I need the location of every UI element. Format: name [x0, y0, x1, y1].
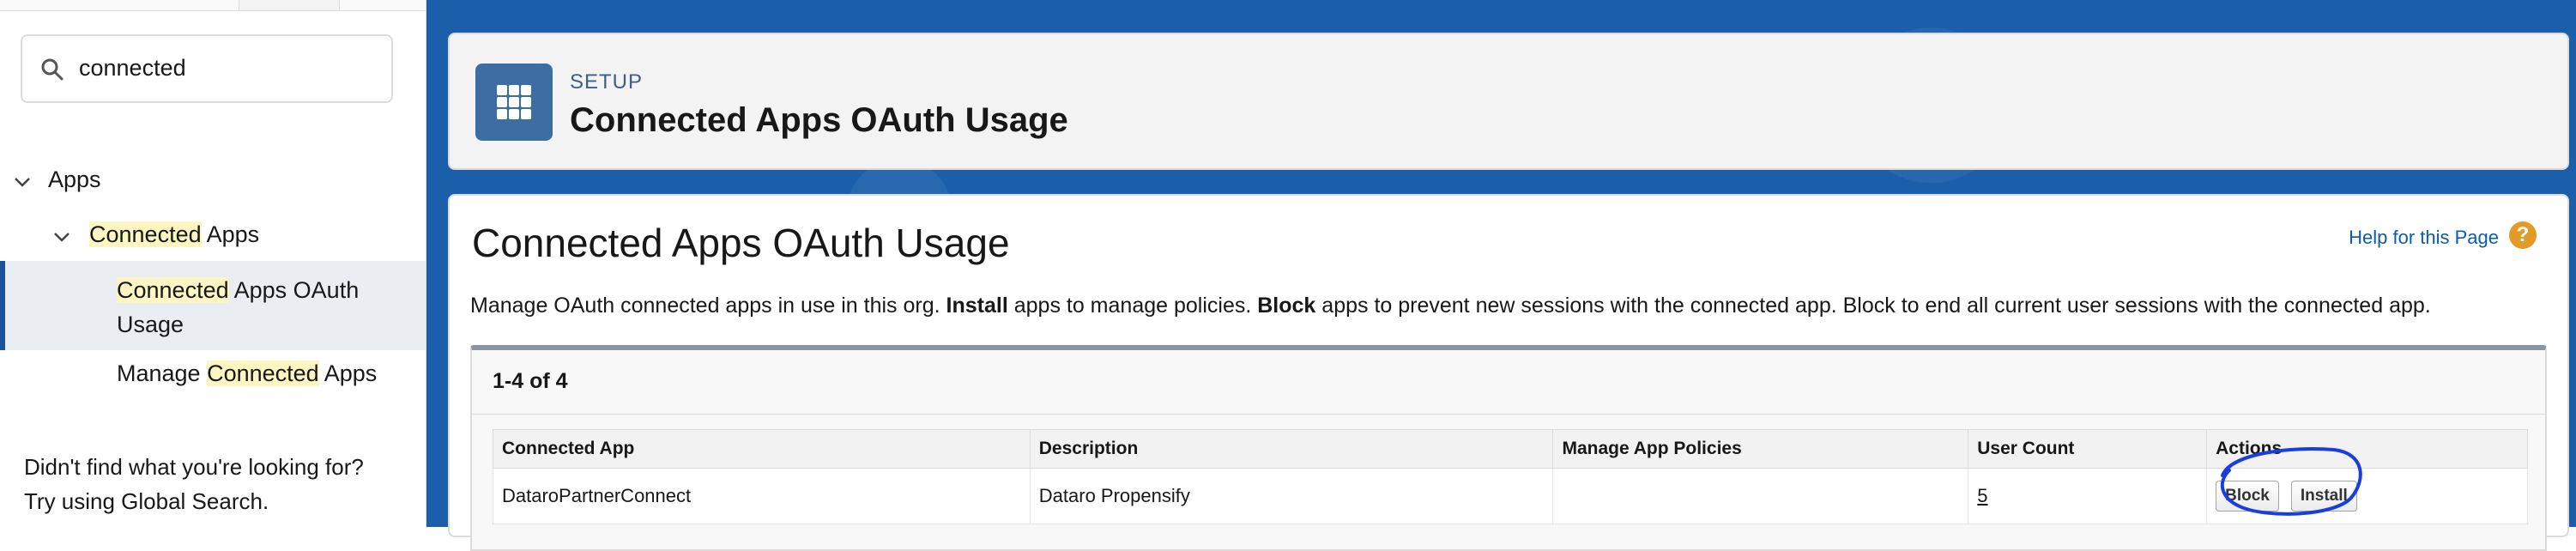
search-input[interactable]: connected — [79, 55, 186, 82]
search-highlight: Connected — [117, 277, 229, 303]
search-highlight: Connected — [207, 360, 319, 386]
column-header[interactable]: Connected App — [493, 429, 1031, 469]
tree-item-label-rest: Apps OAuth — [228, 277, 360, 303]
table-row: DataroPartnerConnect Dataro Propensify 5… — [493, 468, 2528, 524]
page-header: SETUP Connected Apps OAuth Usage — [448, 33, 2569, 170]
divider — [472, 414, 2545, 415]
install-button[interactable]: Install — [2290, 481, 2357, 512]
content-card: Connected Apps OAuth Usage Help for this… — [448, 194, 2569, 551]
label-post: Apps — [318, 360, 378, 386]
chevron-down-icon[interactable] — [12, 172, 33, 192]
column-header: Actions — [2206, 429, 2528, 469]
tree-item-label: Manage Connected Apps — [117, 360, 377, 387]
tree-item-label: Apps — [48, 167, 101, 192]
global-search-hint: Try using Global Search. — [24, 488, 269, 514]
tree-item-label: Connected Apps — [89, 221, 259, 248]
tree-item-connected-apps-oauth-usage[interactable]: Connected Apps OAuth Usage — [0, 261, 426, 350]
tree-item-connected-apps[interactable]: Connected Apps — [0, 220, 426, 254]
help-icon[interactable]: ? — [2509, 221, 2537, 249]
desc-text: apps to manage policies. — [1007, 294, 1258, 318]
page-title: Connected Apps OAuth Usage — [570, 101, 1068, 139]
desc-text: Manage OAuth connected apps in use in th… — [470, 294, 946, 318]
tree-item-manage-connected-apps[interactable]: Manage Connected Apps — [0, 359, 426, 393]
quick-find-search[interactable]: connected — [21, 34, 393, 103]
not-found-line1: Didn't find what you're looking for? — [24, 454, 364, 480]
setup-sidebar: connected Apps Connected Apps Connected … — [0, 0, 426, 527]
results-panel: 1-4 of 4 Connected App Description Manag… — [470, 345, 2547, 551]
connected-apps-table: Connected App Description Manage App Pol… — [493, 429, 2528, 524]
block-button[interactable]: Block — [2216, 481, 2279, 512]
desc-bold-install: Install — [946, 294, 1008, 318]
cell-app-name: DataroPartnerConnect — [493, 468, 1031, 524]
setup-grid-icon — [475, 64, 553, 141]
cell-user-count: 5 — [1968, 468, 2208, 524]
desc-bold-block: Block — [1257, 294, 1316, 318]
cell-description: Dataro Propensify — [1029, 468, 1554, 524]
label-pre: Manage — [117, 360, 208, 386]
column-header[interactable]: User Count — [1968, 429, 2208, 469]
cell-actions: Block Install — [2206, 468, 2528, 524]
table-header-row: Connected App Description Manage App Pol… — [493, 429, 2528, 469]
tree-item-label-line2: Usage — [117, 312, 184, 337]
tree-item-label-rest: Apps — [201, 221, 260, 247]
column-header[interactable]: Manage App Policies — [1552, 429, 1969, 469]
help-link[interactable]: Help for this Page — [2349, 227, 2499, 249]
search-highlight: Connected — [89, 221, 202, 247]
not-found-help: Didn't find what you're looking for? Try… — [24, 450, 364, 518]
page-description: Manage OAuth connected apps in use in th… — [470, 294, 2431, 318]
user-count-link[interactable]: 5 — [1977, 485, 1987, 506]
desc-text: apps to prevent new sessions with the co… — [1315, 294, 2431, 318]
content-title: Connected Apps OAuth Usage — [472, 221, 1010, 265]
search-icon — [41, 58, 63, 81]
browser-tab-strip — [0, 0, 426, 11]
chevron-down-icon[interactable] — [51, 227, 72, 247]
tab[interactable] — [239, 0, 340, 10]
column-header[interactable]: Description — [1029, 429, 1554, 469]
results-count: 1-4 of 4 — [493, 369, 568, 393]
tree-item-label: Connected Apps OAuth Usage — [117, 273, 359, 342]
cell-manage-policies — [1552, 468, 1969, 524]
setup-label: SETUP — [570, 70, 644, 94]
tree-item-apps[interactable]: Apps — [0, 165, 426, 199]
